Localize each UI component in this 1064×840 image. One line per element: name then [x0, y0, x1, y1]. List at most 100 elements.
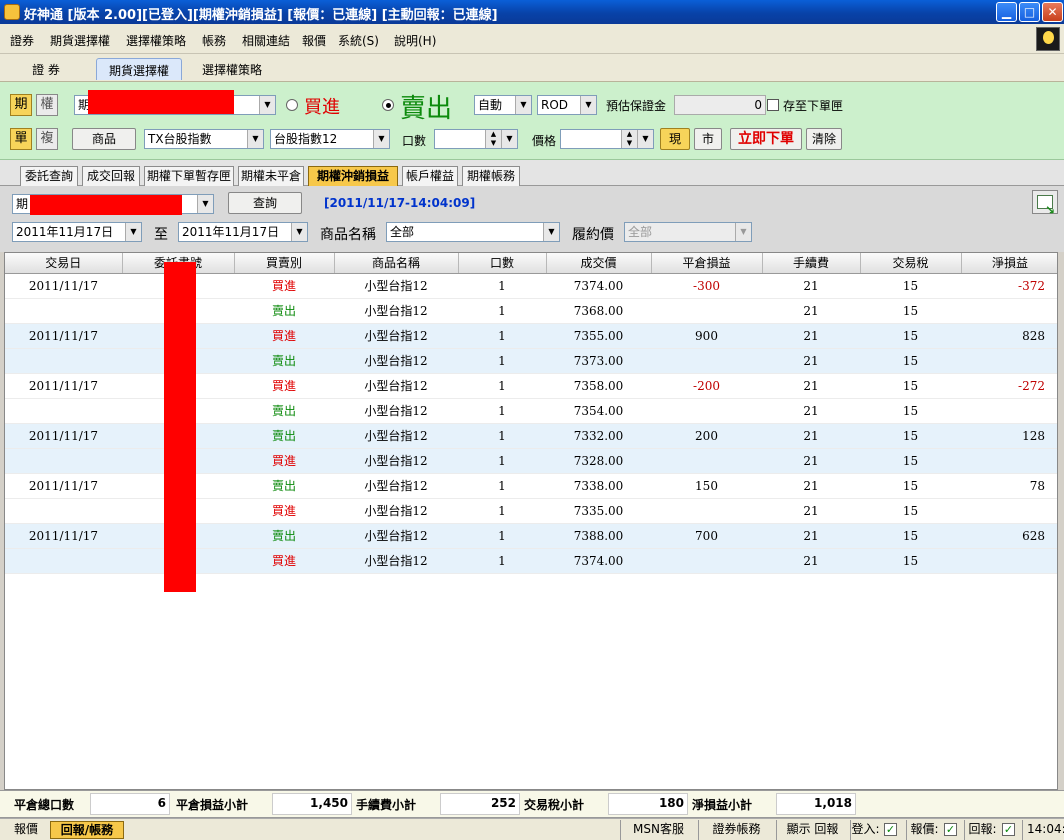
menu-accounts[interactable]: 帳務 [202, 32, 226, 49]
strike-select[interactable]: 全部 ▼ [624, 222, 752, 242]
cell-close-pl: -200 [651, 373, 762, 399]
tab-securities[interactable]: 證 券 [14, 58, 78, 80]
chevron-down-icon[interactable]: ▼ [259, 96, 275, 114]
chevron-down-icon[interactable]: ▼ [637, 130, 653, 148]
status-tab-report[interactable]: 回報/帳務 [50, 821, 124, 839]
query-button[interactable]: 查詢 [228, 192, 302, 214]
menu-help[interactable]: 說明(H) [394, 32, 436, 49]
col-product[interactable]: 商品名稱 [334, 253, 459, 274]
chevron-down-icon[interactable]: ▼ [543, 223, 559, 241]
chevron-down-icon[interactable]: ▼ [515, 96, 531, 114]
table-row[interactable]: 2011/11/17V1賣出小型台指1217388.007002115628 [5, 523, 1057, 549]
strike-label: 履約價 [572, 227, 614, 243]
buy-label[interactable]: 買進 [304, 93, 340, 119]
table-row[interactable]: V買進小型台指1217335.002115 [5, 498, 1057, 524]
tab-open-positions[interactable]: 期權未平倉 [238, 166, 304, 186]
chevron-down-icon[interactable]: ▼ [291, 223, 307, 241]
mode-options-toggle[interactable]: 權 [36, 94, 58, 116]
order-type-select[interactable]: ROD ▼ [537, 95, 597, 115]
col-close-pl[interactable]: 平倉損益 [651, 253, 763, 274]
chevron-down-icon[interactable]: ▼ [735, 223, 751, 241]
product-select[interactable]: TX台股指數 ▼ [144, 129, 264, 149]
col-fill-price[interactable]: 成交價 [546, 253, 652, 274]
table-row[interactable]: V0賣出小型台指1217373.002115 [5, 348, 1057, 374]
msn-support-button[interactable]: MSN客服 [620, 820, 696, 840]
clear-button[interactable]: 清除 [806, 128, 842, 150]
table-row[interactable]: V1賣出小型台指1217354.002115 [5, 398, 1057, 424]
cell-trade-date [5, 548, 122, 574]
table-row[interactable]: V1買進小型台指1217374.002115 [5, 548, 1057, 574]
menu-quotes[interactable]: 報價 [302, 32, 326, 49]
table-row[interactable]: 2011/11/17V1買進小型台指1217358.00-2002115-272 [5, 373, 1057, 399]
main-tabs: 證 券 期貨選擇權 選擇權策略 [0, 54, 1064, 82]
spot-price-button[interactable]: 現 [660, 128, 690, 150]
stepper-icon[interactable]: ▲ ▼ [485, 130, 501, 148]
chevron-down-icon[interactable]: ▼ [247, 130, 263, 148]
stepper-icon[interactable]: ▲ ▼ [621, 130, 637, 148]
menu-option-strategy[interactable]: 選擇權策略 [126, 32, 186, 49]
show-report-button[interactable]: 顯示 回報 [776, 820, 848, 840]
table-row[interactable]: 2011/11/17V賣出小型台指1217338.00150211578 [5, 473, 1057, 499]
table-row[interactable]: 2011/11/17V0買進小型台指1217374.00-3002115-372 [5, 273, 1057, 299]
col-fee[interactable]: 手續費 [762, 253, 861, 274]
col-tax[interactable]: 交易稅 [860, 253, 962, 274]
menu-securities[interactable]: 證券 [10, 32, 34, 49]
tab-offset-pl[interactable]: 期權沖銷損益 [308, 166, 398, 186]
table-row[interactable]: V0賣出小型台指1217368.002115 [5, 298, 1057, 324]
chevron-down-icon[interactable]: ▼ [373, 130, 389, 148]
market-price-button[interactable]: 市 [694, 128, 722, 150]
date-from-select[interactable]: 2011年11月17日 ▼ [12, 222, 142, 242]
close-button[interactable]: ✕ [1042, 2, 1063, 22]
tab-order-query[interactable]: 委託查詢 [20, 166, 78, 186]
product-button[interactable]: 商品 [72, 128, 136, 150]
cell-fee: 21 [762, 373, 860, 399]
cell-fill-price: 7335.00 [546, 498, 651, 524]
price-mode-value: 自動 [478, 98, 503, 112]
price-mode-select[interactable]: 自動 ▼ [474, 95, 532, 115]
chevron-down-icon[interactable]: ▼ [501, 130, 517, 148]
save-to-drawer-checkbox[interactable] [767, 99, 779, 111]
mode-futures-toggle[interactable]: 期 [10, 94, 32, 116]
sell-radio[interactable] [382, 99, 394, 111]
title-bar: 好神通 [版本 2.00][已登入][期權沖銷損益] [報價：已連線] [主動回… [0, 0, 1064, 24]
sell-label[interactable]: 賣出 [400, 88, 452, 125]
price-stepper[interactable]: ▲ ▼ ▼ [560, 129, 654, 149]
cell-side: 買進 [234, 323, 334, 349]
multi-order-toggle[interactable]: 複 [36, 128, 58, 150]
col-qty[interactable]: 口數 [458, 253, 547, 274]
buy-radio[interactable] [286, 99, 298, 111]
status-tab-quote[interactable]: 報價 [4, 821, 48, 839]
menu-futures-options[interactable]: 期貨選擇權 [50, 32, 110, 49]
tab-order-drawer[interactable]: 期權下單暫存匣 [144, 166, 234, 186]
tab-account-equity[interactable]: 帳戶權益 [402, 166, 458, 186]
cell-fill-price: 7328.00 [546, 448, 651, 474]
table-row[interactable]: V0買進小型台指1217328.002115 [5, 448, 1057, 474]
cell-fee: 21 [762, 448, 860, 474]
qty-stepper[interactable]: ▲ ▼ ▼ [434, 129, 518, 149]
col-side[interactable]: 買賣別 [234, 253, 335, 274]
chevron-down-icon[interactable]: ▼ [580, 96, 596, 114]
menu-links[interactable]: 相關連結 [242, 32, 290, 49]
chevron-down-icon[interactable]: ▼ [125, 223, 141, 241]
col-net-pl[interactable]: 淨損益 [961, 253, 1057, 274]
export-excel-icon[interactable]: ↘ [1032, 190, 1058, 217]
col-trade-date[interactable]: 交易日 [5, 253, 123, 274]
maximize-button[interactable]: □ [1019, 2, 1040, 22]
table-row[interactable]: 2011/11/17V0買進小型台指1217355.009002115828 [5, 323, 1057, 349]
tab-futures-options[interactable]: 期貨選擇權 [96, 58, 182, 80]
tips-bulb-icon[interactable] [1036, 27, 1060, 51]
submit-order-button[interactable]: 立即下單 [730, 128, 802, 150]
contract-select[interactable]: 台股指數12 ▼ [270, 129, 390, 149]
date-to-select[interactable]: 2011年11月17日 ▼ [178, 222, 308, 242]
chevron-down-icon[interactable]: ▼ [197, 195, 213, 213]
table-row[interactable]: 2011/11/17V0賣出小型台指1217332.002002115128 [5, 423, 1057, 449]
single-order-toggle[interactable]: 單 [10, 128, 32, 150]
menu-system[interactable]: 系統(S) [338, 32, 379, 49]
tab-option-strategy[interactable]: 選擇權策略 [190, 58, 274, 80]
securities-account-button[interactable]: 證券帳務 [698, 820, 774, 840]
minimize-button[interactable]: ▁ [996, 2, 1017, 22]
product-name-select[interactable]: 全部 ▼ [386, 222, 560, 242]
date-from-value: 2011年11月17日 [16, 225, 114, 239]
tab-fill-report[interactable]: 成交回報 [82, 166, 140, 186]
tab-account-records[interactable]: 期權帳務 [462, 166, 520, 186]
